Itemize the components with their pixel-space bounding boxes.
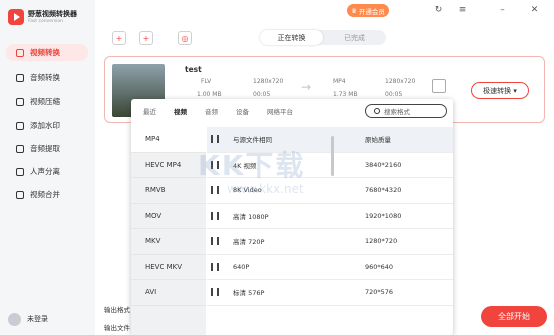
audio-convert-icon [16, 73, 24, 82]
sidebar-item-video-convert[interactable]: 视频转换 [6, 44, 88, 61]
app-subtitle: Fast conversion [28, 19, 64, 24]
watermark-icon [16, 121, 24, 130]
dst-resolution: 1280x720 [385, 78, 416, 85]
start-all-button[interactable]: 全部开始 [481, 306, 547, 327]
dst-size: 1.73 MB [333, 91, 358, 98]
user-login[interactable]: 未登录 [8, 311, 86, 327]
tab-device[interactable]: 设备 [236, 106, 249, 116]
status-tabs: 正在转换 已完成 [260, 30, 386, 45]
sidebar: 野葱视频转换器 Fast conversion 视频转换 音频转换 视频压缩 添… [0, 0, 95, 335]
format-search[interactable]: 搜索格式 [365, 104, 447, 118]
search-icon [374, 108, 380, 114]
avatar [8, 312, 21, 326]
merge-icon [16, 190, 24, 199]
tab-completed[interactable]: 已完成 [323, 30, 386, 45]
web-icon[interactable]: ◎ [178, 31, 192, 45]
video-convert-icon [16, 48, 24, 57]
watermark-text: KK下载 [198, 149, 306, 182]
watermark-url: www.kkx.net [227, 182, 304, 196]
app-logo [8, 9, 24, 25]
sidebar-item-compress[interactable]: 视频压缩 [6, 93, 88, 110]
src-duration: 00:05 [253, 91, 271, 98]
close-icon[interactable]: ✕ [529, 5, 540, 15]
dst-format: MP4 [333, 78, 346, 85]
scrollbar[interactable] [331, 136, 334, 176]
preset-row[interactable]: 高清 720P 1280*720 [207, 229, 453, 255]
preset-icon [211, 237, 219, 246]
format-item[interactable]: RMVB [131, 178, 206, 204]
format-list: MP4 HEVC MP4 RMVB MOV MKV HEVC MKV AVI [131, 127, 206, 335]
convert-button[interactable]: 极速转换 ▾ [471, 82, 529, 99]
arrow-right-icon: → [301, 80, 312, 94]
src-resolution: 1280x720 [253, 78, 284, 85]
preset-row[interactable]: 标清 576P 720*576 [207, 280, 453, 306]
vip-button[interactable]: ♛ 开通会员 [347, 4, 389, 17]
dst-duration: 00:05 [385, 91, 403, 98]
tab-platform[interactable]: 网络平台 [267, 106, 293, 116]
tab-video[interactable]: 视频 [174, 106, 187, 116]
format-item[interactable]: HEVC MKV [131, 255, 206, 280]
preset-row[interactable]: 640P 960*640 [207, 255, 453, 280]
preset-icon [211, 186, 219, 195]
sidebar-item-audio-convert[interactable]: 音频转换 [6, 69, 88, 86]
compress-icon [16, 97, 24, 106]
tab-converting[interactable]: 正在转换 [260, 30, 323, 45]
audio-extract-icon [16, 144, 24, 153]
src-format: FLV [201, 78, 212, 85]
preset-row[interactable]: 高清 1080P 1920*1080 [207, 204, 453, 229]
add-file-icon[interactable]: + [112, 31, 126, 45]
format-item[interactable]: HEVC MP4 [131, 153, 206, 178]
app-name: 野葱视频转换器 [28, 10, 77, 18]
tab-audio[interactable]: 音频 [205, 106, 218, 116]
format-popup: 最近 视频 音频 设备 网络平台 搜索格式 MP4 HEVC MP4 RMVB … [131, 99, 453, 335]
output-format-label: 输出格式 [104, 306, 130, 314]
sidebar-item-watermark[interactable]: 添加水印 [6, 117, 88, 134]
sidebar-item-merge[interactable]: 视频合并 [6, 186, 88, 203]
src-size: 1.00 MB [197, 91, 222, 98]
preset-icon [211, 288, 219, 297]
format-item[interactable]: MP4 [131, 127, 206, 153]
preset-icon [211, 135, 219, 144]
tab-recent[interactable]: 最近 [143, 106, 156, 116]
preset-icon [211, 262, 219, 271]
voice-split-icon [16, 167, 24, 176]
file-name: test [185, 65, 202, 74]
preset-icon [211, 211, 219, 220]
sidebar-item-voice-split[interactable]: 人声分离 [6, 163, 88, 180]
format-item[interactable]: MOV [131, 204, 206, 229]
format-tabs: 最近 视频 音频 设备 网络平台 [143, 106, 293, 116]
menu-icon[interactable]: ≡ [457, 5, 468, 15]
format-item[interactable]: AVI [131, 280, 206, 306]
add-folder-icon[interactable]: + [139, 31, 153, 45]
refresh-icon[interactable]: ↻ [433, 5, 444, 15]
minimize-icon[interactable]: – [497, 5, 508, 15]
format-item[interactable]: MKV [131, 229, 206, 255]
output-folder-label: 输出文件 [104, 324, 130, 332]
settings-icon[interactable] [432, 79, 446, 93]
sidebar-item-audio-extract[interactable]: 音频提取 [6, 140, 88, 157]
